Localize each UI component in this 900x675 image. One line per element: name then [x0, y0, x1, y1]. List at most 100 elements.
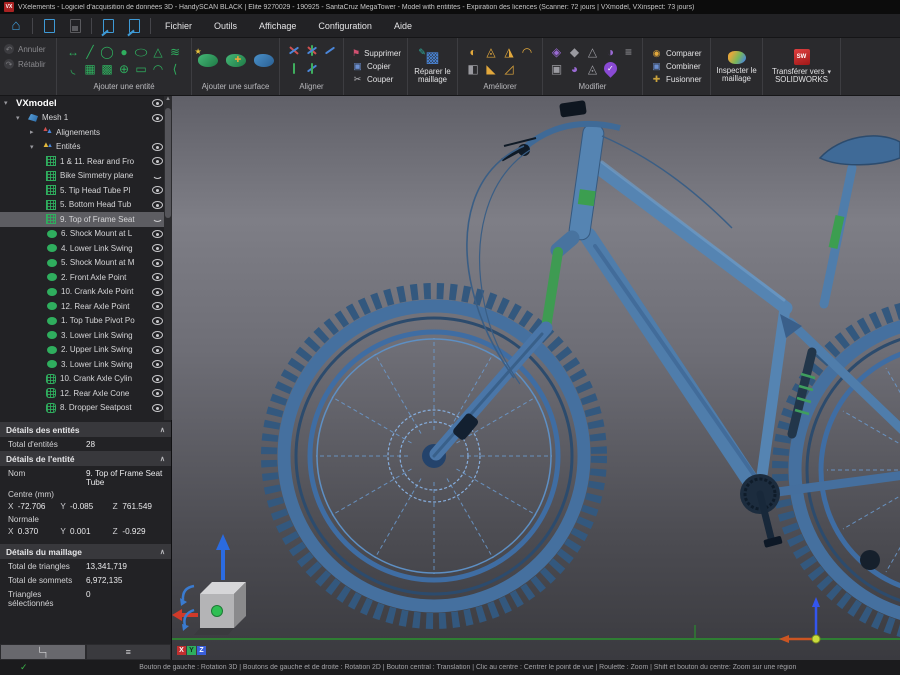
mesh-grid-tool-icon[interactable]: ▩ [101, 63, 112, 75]
save-session-icon[interactable] [124, 17, 144, 35]
decimate-icon[interactable]: ◿ [504, 63, 513, 75]
transfer-solidworks-button[interactable]: SW Transférer vers ▾ SOLIDWORKS [763, 38, 840, 95]
delete-button[interactable]: ⚑ Supprimer [350, 48, 401, 59]
repair-mesh-button[interactable]: ▩ Réparer le maillage [408, 38, 457, 95]
cut-button[interactable]: ✂ Couper [350, 74, 401, 85]
visibility-eye-icon[interactable] [151, 142, 164, 152]
collapse-caret-icon[interactable]: ∧ [160, 548, 165, 556]
defeature-icon[interactable]: ◧ [467, 63, 478, 75]
rectangle-tool-icon[interactable]: ▭ [135, 63, 146, 75]
distance-tool-icon[interactable]: ↔ [67, 46, 79, 58]
combine-button[interactable]: ▣ Combiner [649, 61, 704, 72]
manual-surface-icon[interactable] [226, 54, 246, 67]
resurface-icon[interactable] [254, 54, 274, 67]
visibility-eye-icon[interactable] [151, 243, 164, 253]
entity-item[interactable]: 12. Rear Axle Point [0, 299, 172, 314]
cone-tool-icon[interactable]: △ [153, 46, 162, 58]
fill-hole-icon[interactable]: ◐ [469, 46, 476, 58]
polyline-tool-icon[interactable]: ⟨ [173, 63, 178, 75]
visibility-eye-icon[interactable] [151, 403, 164, 413]
scroll-up-icon[interactable]: ▲ [164, 96, 172, 102]
tab-list-view[interactable]: ≡ [87, 645, 171, 659]
menu-fichier[interactable]: Fichier [157, 18, 200, 34]
mirror-icon[interactable]: ◑ [607, 46, 614, 58]
compare-button[interactable]: ◉ Comparer [649, 48, 704, 59]
align-axes-icon[interactable] [305, 44, 319, 58]
undo-button[interactable]: ↶ Annuler [4, 44, 52, 54]
planes-tool-icon[interactable]: ≋ [170, 46, 180, 58]
visibility-eye-icon[interactable] [151, 388, 164, 398]
tree-node-alignments[interactable]: ▸ Alignements [0, 125, 172, 140]
tab-tree-view[interactable]: └┐ [1, 645, 85, 659]
line-tool-icon[interactable]: ╱ [86, 46, 93, 58]
entity-item[interactable]: 12. Rear Axle Cone [0, 386, 172, 401]
visibility-eye-closed-icon[interactable] [151, 214, 164, 224]
redo-button[interactable]: ↷ Rétablir [4, 59, 52, 69]
edit-boundary-icon[interactable]: ◬ [588, 63, 597, 75]
visibility-eye-icon[interactable] [151, 229, 164, 239]
visibility-eye-icon[interactable] [151, 185, 164, 195]
entity-item[interactable]: 2. Front Axle Point [0, 270, 172, 285]
entity-item[interactable]: 3. Lower Link Swing [0, 328, 172, 343]
collapse-caret-icon[interactable]: ∧ [160, 426, 165, 434]
home-icon[interactable]: ⌂ [6, 17, 26, 35]
mesh-details-header[interactable]: Détails du maillage ∧ [0, 544, 171, 559]
visibility-eye-icon[interactable] [151, 330, 164, 340]
entity-details-header[interactable]: Détails de l'entité ∧ [0, 451, 171, 466]
arc-tool-icon[interactable]: ◟ [71, 63, 76, 75]
slice-icon[interactable]: ≡ [625, 46, 632, 58]
waterproof-icon[interactable]: ✓ [601, 59, 619, 77]
visibility-eye-icon[interactable] [151, 374, 164, 384]
plane-grid-tool-icon[interactable]: ▦ [84, 63, 95, 75]
merge-button[interactable]: ✚ Fusionner [649, 74, 704, 85]
sphere-tool-icon[interactable]: ⊕ [119, 63, 129, 75]
viewport-3d[interactable]: X Y Z [172, 96, 900, 660]
tree-node-mesh[interactable]: ▾ Mesh 1 [0, 111, 172, 126]
tree-node-entities[interactable]: ▾ Entités [0, 140, 172, 155]
entity-item[interactable]: 5. Tip Head Tube Pl [0, 183, 172, 198]
visibility-eye-icon[interactable] [151, 98, 164, 108]
visibility-eye-icon[interactable] [151, 287, 164, 297]
entity-item[interactable]: 10. Crank Axle Cylin [0, 372, 172, 387]
extend-icon[interactable]: ◕ [571, 63, 578, 75]
orientation-cube[interactable] [172, 534, 246, 635]
visibility-eye-icon[interactable] [151, 113, 164, 123]
ellipse-tool-icon[interactable]: ◯ [134, 48, 147, 55]
entity-item[interactable]: 5. Shock Mount at M [0, 256, 172, 271]
new-document-icon[interactable] [39, 17, 59, 35]
menu-aide[interactable]: Aide [386, 18, 420, 34]
visibility-eye-icon[interactable] [151, 359, 164, 369]
entity-item[interactable]: 5. Bottom Head Tub [0, 198, 172, 213]
scrollbar-thumb[interactable] [165, 108, 171, 218]
smooth-mesh-icon[interactable]: ◣ [486, 63, 495, 75]
fix-triangles-icon[interactable]: ◬ [486, 46, 495, 58]
extract-icon[interactable]: ▣ [551, 63, 562, 75]
point-tool-icon[interactable]: ● [120, 46, 127, 58]
visibility-eye-icon[interactable] [151, 316, 164, 326]
copy-button[interactable]: ▣ Copier [350, 61, 401, 72]
align-entities-icon[interactable] [287, 44, 301, 58]
visibility-eye-icon[interactable] [151, 272, 164, 282]
entity-item[interactable]: Bike Simmetry plane [0, 169, 172, 184]
menu-affichage[interactable]: Affichage [251, 18, 304, 34]
visibility-eye-icon[interactable] [151, 258, 164, 268]
inspect-mesh-button[interactable]: Inspecter le maillage [711, 38, 762, 95]
open-session-icon[interactable] [98, 17, 118, 35]
slot-tool-icon[interactable]: ◠ [153, 63, 163, 75]
visibility-eye-closed-icon[interactable] [151, 171, 164, 181]
entity-item[interactable]: 1 & 11. Rear and Fro [0, 154, 172, 169]
entity-item-selected[interactable]: 9. Top of Frame Seat [0, 212, 172, 227]
tree-scrollbar[interactable]: ▲ [164, 96, 172, 420]
entities-details-header[interactable]: Détails des entités ∧ [0, 422, 171, 437]
entity-item[interactable]: 6. Shock Mount at L [0, 227, 172, 242]
entity-item[interactable]: 10. Crank Axle Point [0, 285, 172, 300]
expand-caret-icon[interactable]: ▾ [30, 143, 38, 151]
entity-item[interactable]: 8. Dropper Seatpost [0, 401, 172, 416]
boundary-icon[interactable]: △ [588, 46, 597, 58]
expand-caret-icon[interactable]: ▾ [4, 99, 12, 107]
add-triangles-icon[interactable]: ◮ [504, 46, 513, 58]
expand-caret-icon[interactable]: ▾ [16, 114, 24, 122]
menu-outils[interactable]: Outils [206, 18, 245, 34]
tree-node-vxmodel[interactable]: ▾ VXmodel [0, 96, 172, 111]
align-pin-icon[interactable] [287, 62, 301, 76]
